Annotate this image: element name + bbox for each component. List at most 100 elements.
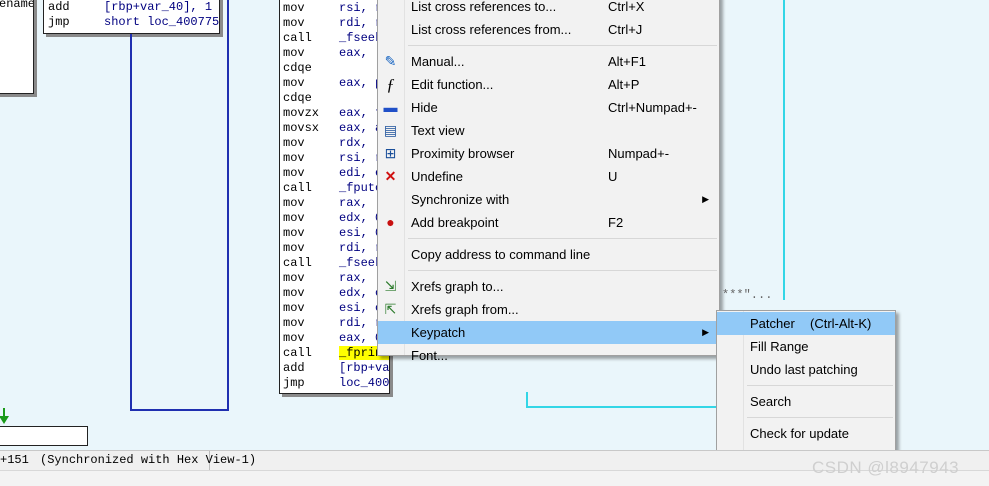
operand: loc_400819 [339, 376, 390, 390]
menu-item-label: Hide [411, 100, 438, 115]
menu-item-synchronize-with[interactable]: Synchronize with ▶ [378, 188, 719, 211]
menu-item-keypatch[interactable]: Keypatch ▶ [378, 321, 719, 344]
menu-item-list-cross-references-from[interactable]: List cross references from... Ctrl+J [378, 18, 719, 41]
mnemonic: mov [283, 136, 305, 150]
hide-icon: ▬ [383, 99, 398, 115]
code-line[interactable]: jmp loc_400819 [283, 376, 389, 391]
code-line[interactable]: mov rdi, r [283, 241, 389, 256]
code-line[interactable]: mov rax, [ [283, 271, 389, 286]
code-line[interactable]: mov eax, [ [283, 46, 389, 61]
text-view-icon: ▤ [383, 122, 398, 138]
operand: esi, c [339, 301, 383, 315]
menu-item-label: Edit function... [411, 77, 494, 92]
code-line[interactable]: mov rsi, r [283, 151, 389, 166]
code-line[interactable]: mov eax, 0 [283, 331, 389, 346]
graph-node-main[interactable]: mov rsi, r mov rdi, r call _fseek mov eax, [cdq… [279, 0, 390, 394]
mnemonic: mov [283, 271, 305, 285]
mnemonic: mov [283, 46, 305, 60]
mnemonic: mov [283, 211, 305, 225]
mnemonic: add [48, 0, 70, 14]
operand: edi, e [339, 166, 383, 180]
pencil-icon: ✎ [384, 53, 397, 69]
code-line[interactable]: mov edi, e [283, 166, 389, 181]
operand: short loc_400775 [104, 15, 220, 29]
undefine-icon: ✕ [384, 168, 397, 184]
operand: eax, [ [339, 46, 383, 60]
operand: [rbp+var_40], 1 [104, 0, 213, 14]
menu-item-copy-address-to-command-line[interactable]: Copy address to command line [378, 243, 719, 266]
menu-item-search[interactable]: Search [717, 390, 895, 413]
menu-item-font[interactable]: Font... [378, 344, 719, 367]
operand: edx, c [339, 286, 383, 300]
mnemonic: call [283, 346, 312, 360]
menu-item-hide[interactable]: ▬ Hide Ctrl+Numpad+- [378, 96, 719, 119]
code-line[interactable]: cdqe [283, 91, 389, 106]
context-menu: List cross references to... Ctrl+X List cr… [377, 0, 720, 363]
menu-item-proximity-browser[interactable]: ⊞ Proximity browser Numpad+- [378, 142, 719, 165]
code-line[interactable]: mov rax, [ [283, 196, 389, 211]
code-line[interactable]: mov edx, c [283, 286, 389, 301]
code-line[interactable]: mov rdx, [ [283, 136, 389, 151]
graph-edge [227, 0, 229, 411]
mnemonic: mov [283, 16, 305, 30]
menu-item-manual[interactable]: ✎ Manual... Alt+F1 [378, 50, 719, 73]
code-line[interactable]: call _fseek [283, 256, 389, 271]
code-line[interactable]: mov rdi, r [283, 16, 389, 31]
proximity-icon: ⊞ [384, 145, 397, 161]
operand: esi, 0 [339, 226, 383, 240]
code-line[interactable]: mov rdi, r [283, 316, 389, 331]
menu-item-label: Patcher [750, 316, 795, 331]
operand: eax, t [339, 106, 383, 120]
code-line[interactable]: call_fprintf [283, 346, 389, 361]
mnemonic: call [283, 31, 312, 45]
menu-separator [408, 270, 717, 271]
code-line[interactable]: add [rbp+var_40], 1 [48, 0, 219, 15]
code-line[interactable]: jmp short loc_400775 [48, 15, 219, 30]
code-line[interactable]: call _fseek [283, 31, 389, 46]
menu-item-shortcut: U [608, 169, 618, 184]
code-line[interactable]: mov edx, 0 [283, 211, 389, 226]
menu-item-add-breakpoint[interactable]: ● Add breakpoint F2 [378, 211, 719, 234]
menu-item-fill-range[interactable]: Fill Range [717, 335, 895, 358]
code-line[interactable]: mov rsi, r [283, 1, 389, 16]
menu-item-label: Add breakpoint [411, 215, 499, 230]
menu-item-patcher[interactable]: Patcher (Ctrl-Alt-K) [717, 312, 895, 335]
code-line[interactable]: mov esi, c [283, 301, 389, 316]
menu-item-undefine[interactable]: ✕ Undefine U [378, 165, 719, 188]
menu-item-label: Xrefs graph to... [411, 279, 504, 294]
code-line[interactable]: cdqe [283, 61, 389, 76]
menu-item-label: Copy address to command line [411, 247, 591, 262]
code-line[interactable]: movzx eax, t [283, 106, 389, 121]
operand: rdi, r [339, 316, 383, 330]
menu-item-shortcut: Ctrl+J [608, 22, 643, 37]
operand: _fseek [339, 256, 383, 270]
operand: eax, 0 [339, 331, 383, 345]
menu-item-list-cross-references-to[interactable]: List cross references to... Ctrl+X [378, 0, 719, 18]
code-line[interactable]: mov esi, 0 [283, 226, 389, 241]
node-label: ename [0, 0, 34, 11]
menu-item-check-for-update[interactable]: Check for update [717, 422, 895, 445]
code-line[interactable]: call _fputc [283, 181, 389, 196]
graph-node-bottom-left[interactable] [0, 426, 88, 446]
operand: rsi, r [339, 1, 383, 15]
submenu-arrow-icon: ▶ [702, 327, 709, 337]
code-line[interactable]: add[rbp+var_3C], 1 [283, 361, 389, 376]
menu-item-undo-last-patching[interactable]: Undo last patching [717, 358, 895, 381]
graph-node-far-left[interactable]: ename [0, 0, 34, 94]
menu-item-xrefs-graph-from[interactable]: ⇱ Xrefs graph from... [378, 298, 719, 321]
menu-item-text-view[interactable]: ▤ Text view [378, 119, 719, 142]
menu-item-xrefs-graph-to[interactable]: ⇲ Xrefs graph to... [378, 275, 719, 298]
watermark: CSDN @l8947943 [812, 458, 960, 477]
mnemonic: call [283, 256, 312, 270]
mnemonic: mov [283, 301, 305, 315]
menu-item-label: Search [750, 394, 792, 409]
graph-node-left[interactable]: add [rbp+var_40], 1 jmp short loc_400775 [43, 0, 220, 34]
code-line[interactable]: mov eax, p [283, 76, 389, 91]
operand: rsi, r [339, 151, 383, 165]
menu-item-edit-function[interactable]: ƒ Edit function... Alt+P [378, 73, 719, 96]
menu-separator [747, 385, 893, 386]
operand: rax, [ [339, 271, 383, 285]
menu-item-label: Keypatch [411, 325, 466, 340]
code-line[interactable]: movsx eax, a [283, 121, 389, 136]
mnemonic: mov [283, 1, 305, 15]
